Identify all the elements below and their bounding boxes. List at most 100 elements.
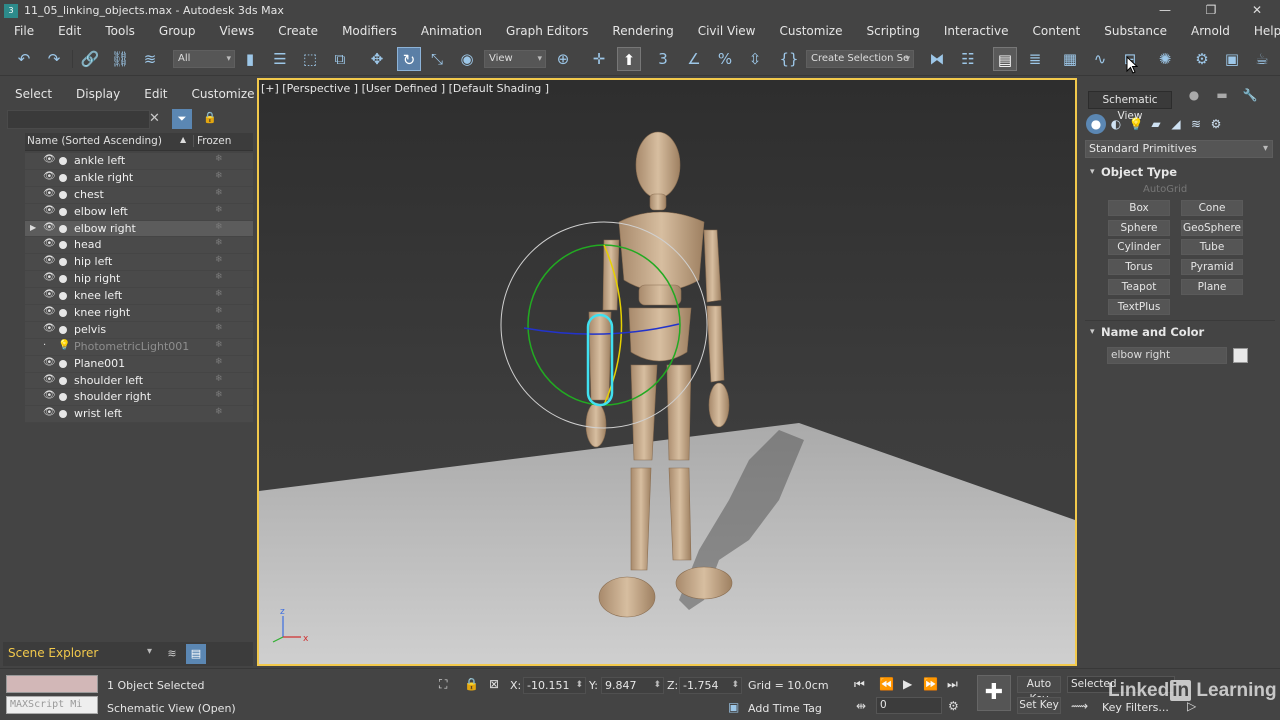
menu-substance[interactable]: Substance [1092,21,1179,42]
column-frozen-header[interactable]: Frozen [193,135,231,147]
menu-rendering[interactable]: Rendering [600,21,685,42]
selection-lock-icon[interactable]: 🔒 [464,677,479,691]
column-name-header[interactable]: Name (Sorted Ascending) [27,135,162,147]
visibility-eye-icon[interactable]: 👁 [43,205,56,216]
close-icon[interactable]: ✕ [1234,0,1280,21]
rotate-icon[interactable]: ↻ [397,47,421,71]
placement-icon[interactable]: ◉ [455,47,479,71]
mirror-icon[interactable]: ⧓ [925,47,949,71]
toggle-ribbon-icon[interactable]: ▦ [1058,47,1082,71]
cameras-tab-icon[interactable]: ▰ [1146,114,1166,134]
frozen-toggle-icon[interactable]: ❄ [215,188,223,198]
time-tag-icon[interactable]: ▣ [728,700,739,714]
explorer-row[interactable]: 👁 pelvis ❄ [25,321,253,339]
visibility-eye-icon[interactable]: 👁 [43,289,56,300]
geometry-tab-icon[interactable]: ● [1086,114,1106,134]
visibility-eye-icon[interactable]: 👁 [43,374,56,385]
frozen-toggle-icon[interactable]: ❄ [215,407,223,417]
go-to-end-icon[interactable]: ⏭ [947,677,958,692]
pivot-center-icon[interactable]: ⊕ [551,47,575,71]
restore-icon[interactable]: ❐ [1188,0,1234,21]
render-production-icon[interactable]: ☕ [1250,47,1274,71]
scale-icon[interactable]: ⤡ [425,47,449,71]
key-mode-icon[interactable]: ⇹ [856,699,866,713]
frozen-toggle-icon[interactable]: ❄ [215,289,223,299]
key-filters-button[interactable]: Key Filters... [1102,701,1169,714]
minimize-icon[interactable]: — [1142,0,1188,21]
sort-by-hierarchy-icon[interactable]: ▤ [186,644,206,664]
y-coordinate-field[interactable]: 9.847 [601,677,664,694]
visibility-eye-icon[interactable]: · [43,340,46,351]
menu-arnold[interactable]: Arnold [1179,21,1242,42]
explorer-row[interactable]: 👁 hip left ❄ [25,254,253,272]
layers-icon[interactable]: ≋ [163,645,181,663]
move-icon[interactable]: ✥ [365,47,389,71]
frozen-toggle-icon[interactable]: ❄ [215,323,223,333]
lock-icon[interactable]: 🔒 [203,111,217,124]
explorer-row[interactable]: 👁 hip right ❄ [25,271,253,289]
rectangular-selection-icon[interactable]: ⬚ [298,47,322,71]
explorer-row[interactable]: · 💡 PhotometricLight001 ❄ [25,338,253,356]
frozen-toggle-icon[interactable]: ❄ [215,357,223,367]
next-frame-icon[interactable]: ⏩ [923,677,938,691]
explorer-row[interactable]: 👁 knee left ❄ [25,288,253,306]
menu-help[interactable]: Help [1242,21,1280,42]
primitive-category-dropdown[interactable]: Standard Primitives [1085,140,1273,158]
z-coordinate-field[interactable]: -1.754 [679,677,742,694]
explorer-row[interactable]: 👁 chest ❄ [25,186,253,204]
object-name-field[interactable]: elbow right [1107,347,1227,364]
frozen-toggle-icon[interactable]: ❄ [215,390,223,400]
visibility-eye-icon[interactable]: 👁 [43,390,56,401]
menu-tools[interactable]: Tools [93,21,147,42]
visibility-eye-icon[interactable]: 👁 [43,306,56,317]
display-tab-icon[interactable]: ● [1180,88,1208,102]
spinner-snap-icon[interactable]: ⇳ [743,47,767,71]
render-setup-icon[interactable]: ⚙ [1190,47,1214,71]
angle-snap-icon[interactable]: ∠ [682,47,706,71]
menu-content[interactable]: Content [1021,21,1093,42]
object-color-swatch[interactable] [1233,348,1248,363]
percent-snap-icon[interactable]: % [713,47,737,71]
current-frame-field[interactable]: 0 [876,697,942,714]
selection-filter-dropdown[interactable]: All [173,50,235,68]
menu-file[interactable]: File [0,21,46,42]
auto-key-button[interactable]: Auto Key [1017,676,1061,705]
frozen-toggle-icon[interactable]: ❄ [215,374,223,384]
frozen-toggle-icon[interactable]: ❄ [215,222,223,232]
toggle-scene-explorer-icon[interactable]: ▤ [993,47,1017,71]
visibility-eye-icon[interactable]: 👁 [43,272,56,283]
utilities-tab-icon[interactable]: ▬ [1208,88,1236,102]
link-icon[interactable]: 🔗 [78,47,102,71]
plane-button[interactable]: Plane [1181,279,1243,295]
frozen-toggle-icon[interactable]: ❄ [215,340,223,350]
frozen-toggle-icon[interactable]: ❄ [215,171,223,181]
visibility-eye-icon[interactable]: 👁 [43,188,56,199]
frozen-toggle-icon[interactable]: ❄ [215,255,223,265]
menu-graph-editors[interactable]: Graph Editors [494,21,600,42]
curve-editor-icon[interactable]: ∿ [1088,47,1112,71]
select-by-name-icon[interactable]: ☰ [268,47,292,71]
keyboard-shortcut-override-icon[interactable]: ⬆ [617,47,641,71]
visibility-eye-icon[interactable]: 👁 [43,238,56,249]
visibility-eye-icon[interactable]: 👁 [43,171,56,182]
redo-icon[interactable]: ↷ [42,47,66,71]
frozen-toggle-icon[interactable]: ❄ [215,272,223,282]
explorer-row[interactable]: 👁 shoulder left ❄ [25,372,253,390]
explorer-row[interactable]: 👁 elbow left ❄ [25,203,253,221]
menu-interactive[interactable]: Interactive [932,21,1021,42]
perspective-viewport[interactable]: [+] [Perspective ] [User Defined ] [Defa… [257,78,1077,666]
explorer-menu-customize[interactable]: Customize [180,86,267,102]
space-warps-tab-icon[interactable]: ≋ [1186,114,1206,134]
visibility-eye-icon[interactable]: 👁 [43,154,56,165]
isolate-selection-icon[interactable]: ⛶ [439,677,447,692]
clear-search-icon[interactable]: ✕ [149,111,160,126]
explorer-name-dropdown[interactable]: Scene Explorer [8,646,156,663]
explorer-menu-select[interactable]: Select [3,86,64,102]
select-manipulate-icon[interactable]: ✛ [587,47,611,71]
frozen-toggle-icon[interactable]: ❄ [215,306,223,316]
explorer-row[interactable]: 👁 ankle left ❄ [25,153,253,170]
explorer-row[interactable]: 👁 knee right ❄ [25,305,253,322]
named-selection-dropdown[interactable]: Create Selection Se [806,50,914,68]
visibility-eye-icon[interactable]: 👁 [43,255,56,266]
previous-frame-icon[interactable]: ⏪ [879,677,894,691]
